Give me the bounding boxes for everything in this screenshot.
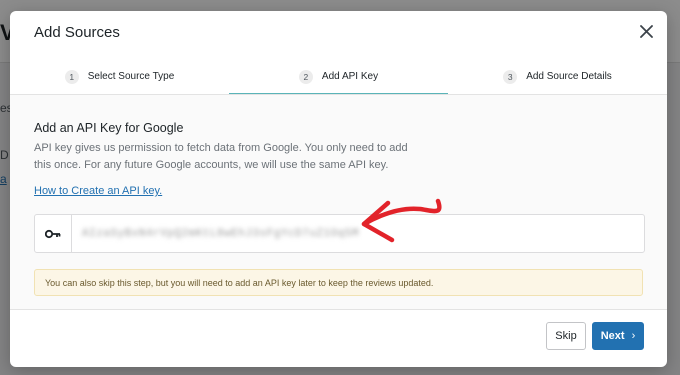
add-sources-modal: Add Sources 1 Select Source Type 2 Add A… [10, 11, 667, 367]
background-text: D [0, 148, 9, 162]
section-title: Add an API Key for Google [34, 121, 184, 135]
chevron-right-icon: › [631, 330, 636, 342]
next-button[interactable]: Next › [592, 322, 644, 350]
step-add-source-details[interactable]: 3 Add Source Details [448, 60, 667, 93]
skip-notice: You can also skip this step, but you wil… [34, 269, 643, 296]
section-description: API key gives us permission to fetch dat… [34, 142, 408, 171]
step-number: 3 [503, 69, 518, 84]
key-icon [35, 215, 72, 252]
skip-button[interactable]: Skip [546, 322, 586, 350]
step-number: 2 [298, 69, 313, 84]
step-label: Add Source Details [526, 71, 612, 82]
annotation-arrow-icon [361, 198, 442, 243]
close-button[interactable] [635, 20, 657, 42]
how-to-create-api-key-link[interactable]: How to Create an API key. [34, 185, 162, 197]
api-key-field [34, 214, 645, 253]
step-label: Add API Key [321, 71, 379, 82]
step-label: Select Source Type [87, 71, 175, 82]
step-select-source-type[interactable]: 1 Select Source Type [10, 60, 229, 93]
modal-title: Add Sources [34, 24, 120, 41]
next-button-label: Next [600, 330, 625, 342]
background-link: a [0, 172, 7, 186]
wizard-steps: 1 Select Source Type 2 Add API Key 3 Add… [10, 60, 667, 95]
modal-body: Add an API Key for Google API key gives … [10, 95, 667, 310]
close-icon [639, 24, 653, 38]
step-add-api-key[interactable]: 2 Add API Key [229, 60, 448, 94]
step-number: 1 [64, 69, 79, 84]
